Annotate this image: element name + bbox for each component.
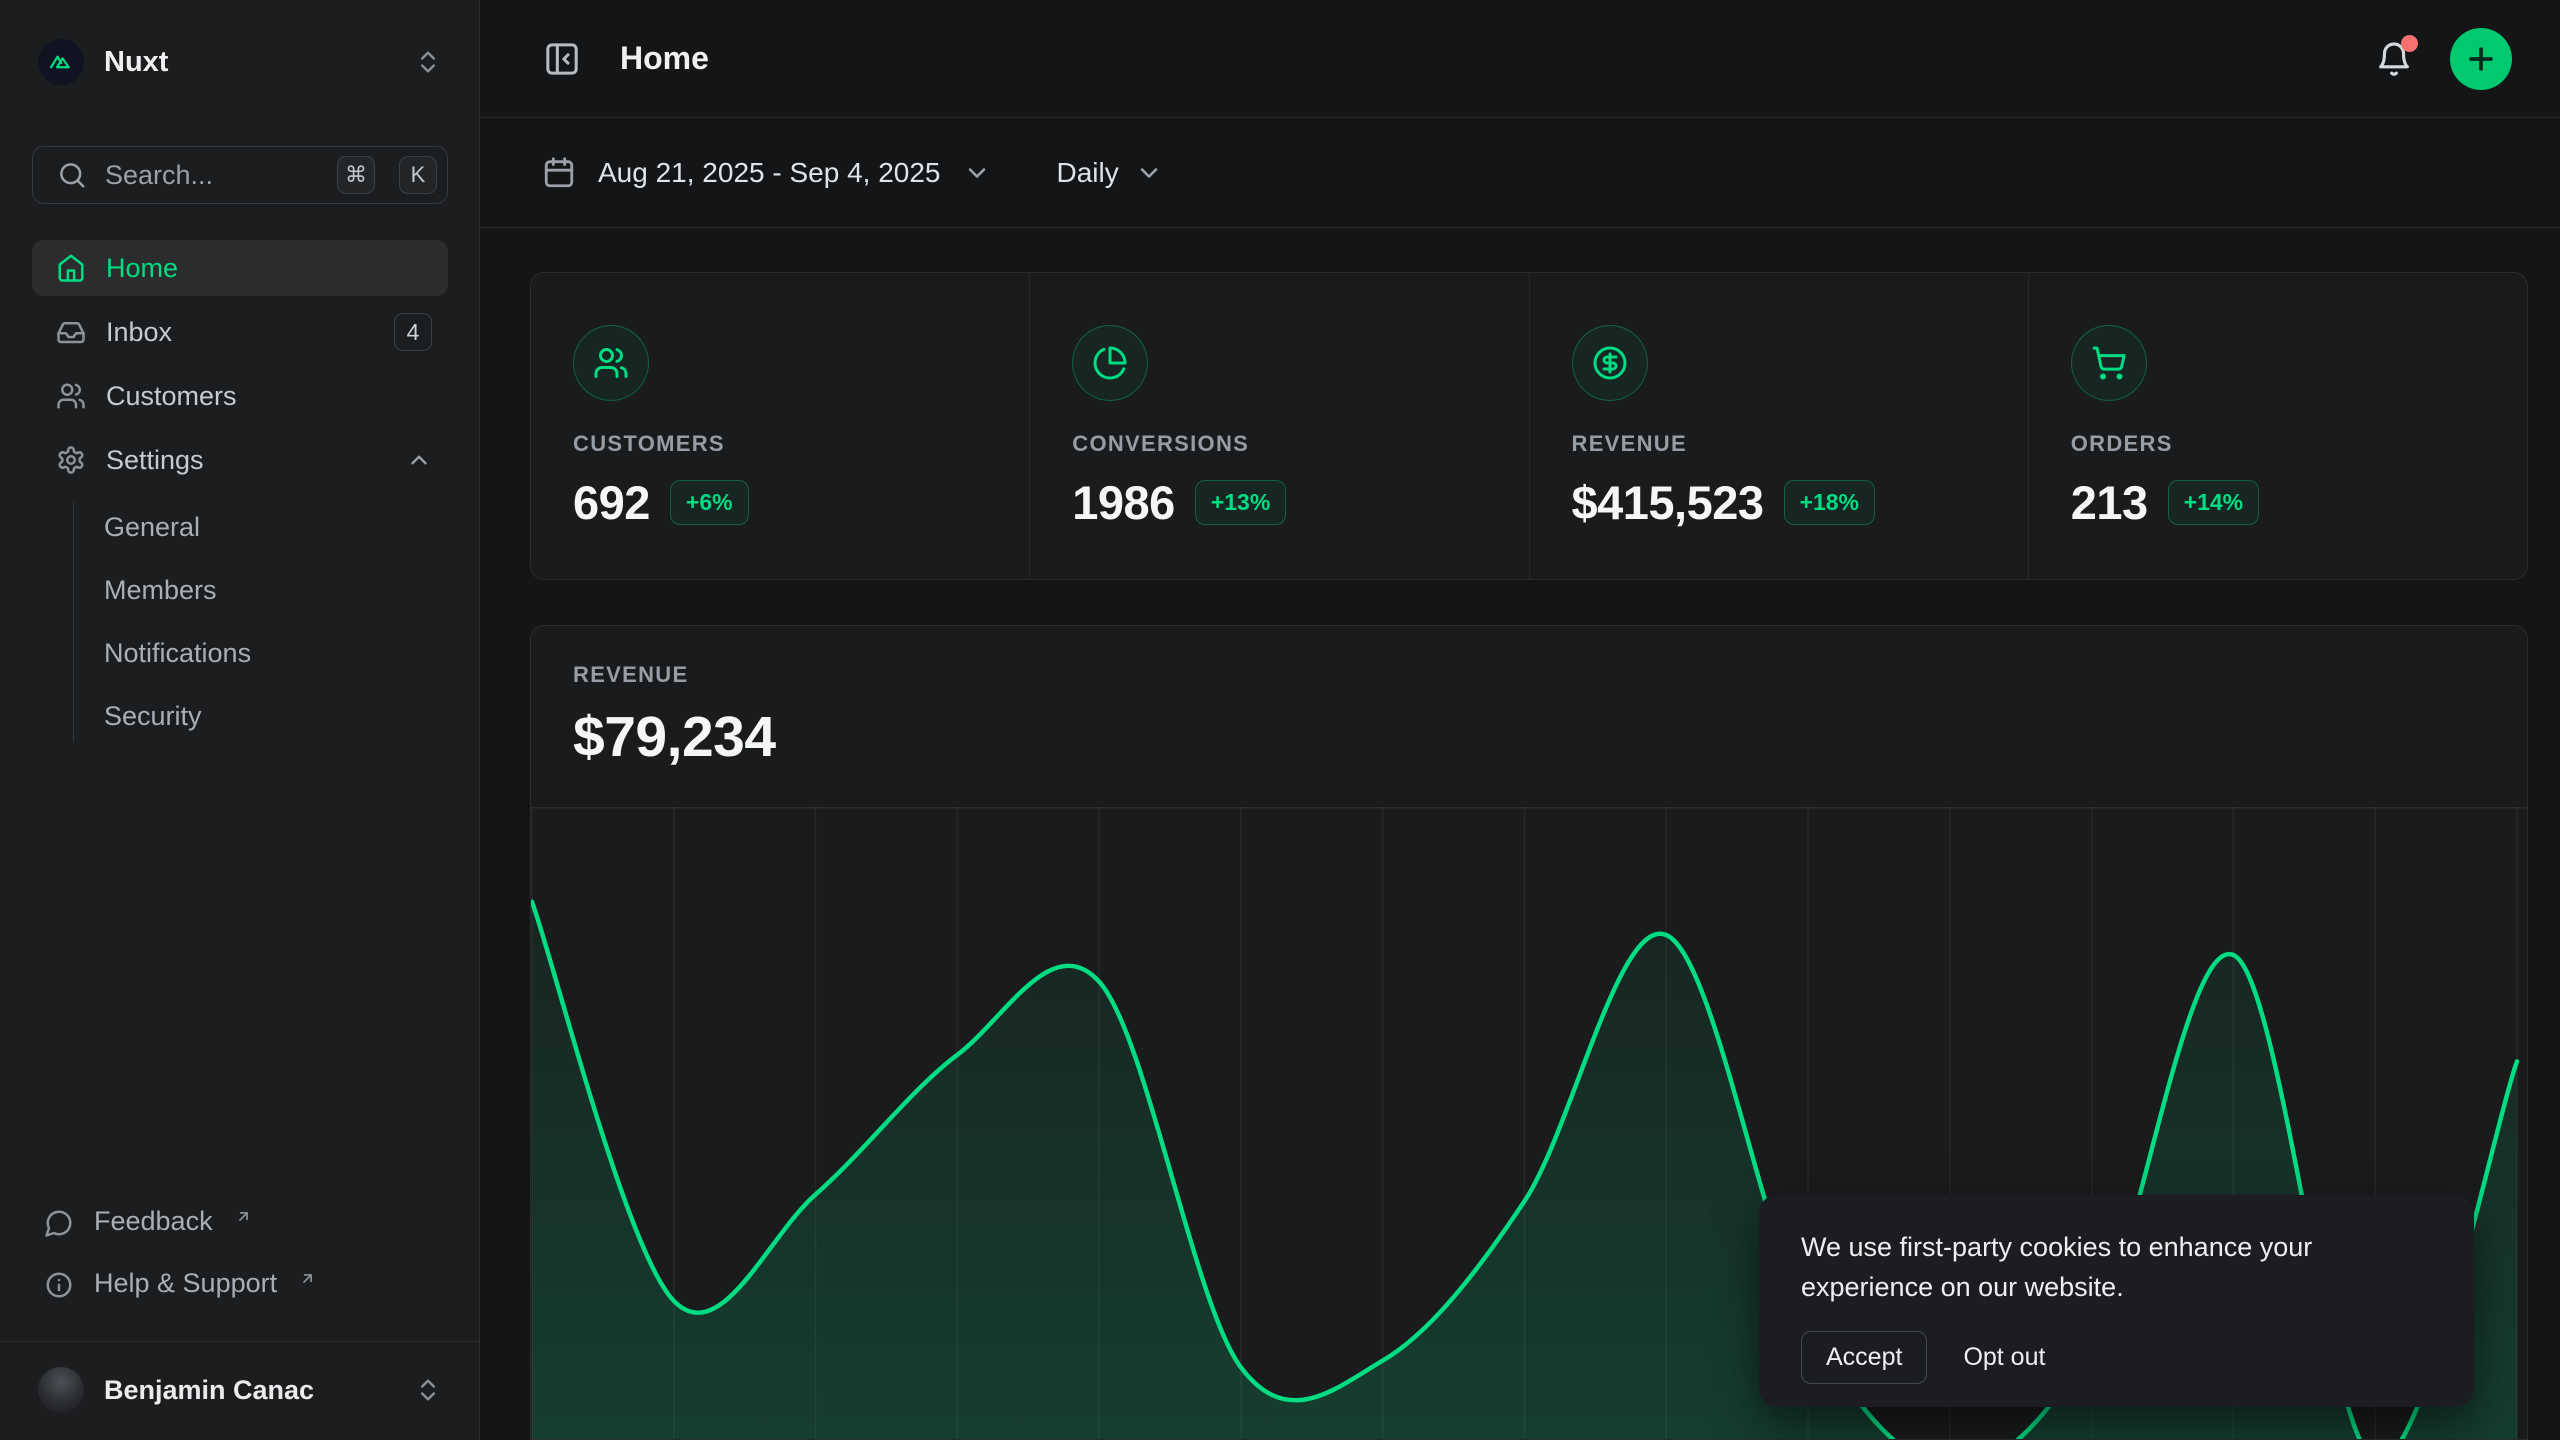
stat-label: CONVERSIONS — [1072, 431, 1498, 457]
sidebar-item-label: Inbox — [106, 317, 172, 348]
settings-subnav: General Members Notifications Security — [32, 496, 448, 748]
revenue-chart-value: $79,234 — [573, 704, 2485, 770]
notifications-button[interactable] — [2368, 33, 2420, 85]
user-menu[interactable]: Benjamin Canac — [20, 1352, 460, 1428]
date-range-picker[interactable]: Aug 21, 2025 - Sep 4, 2025 — [542, 156, 991, 190]
feedback-link[interactable]: Feedback — [32, 1196, 448, 1252]
external-link-icon — [299, 1270, 316, 1287]
cookie-banner: We use first-party cookies to enhance yo… — [1759, 1195, 2474, 1407]
chevron-up-down-icon — [414, 1376, 442, 1404]
stat-label: ORDERS — [2071, 431, 2497, 457]
gear-icon — [56, 445, 86, 475]
calendar-icon — [542, 156, 576, 190]
filters-toolbar: Aug 21, 2025 - Sep 4, 2025 Daily — [480, 118, 2560, 228]
users-icon — [56, 381, 86, 411]
stat-label: CUSTOMERS — [573, 431, 999, 457]
sidebar-item-settings[interactable]: Settings — [32, 432, 448, 488]
cookie-message: We use first-party cookies to enhance yo… — [1801, 1227, 2432, 1307]
stat-delta-badge: +6% — [670, 480, 749, 525]
stat-orders: ORDERS 213 +14% — [2028, 273, 2527, 579]
collapse-sidebar-button[interactable] — [542, 39, 582, 79]
inbox-icon — [56, 317, 86, 347]
sidebar-item-customers[interactable]: Customers — [32, 368, 448, 424]
kbd-cmd: ⌘ — [337, 156, 375, 194]
sidebar-item-members[interactable]: Members — [32, 559, 448, 622]
accept-cookies-button[interactable]: Accept — [1801, 1331, 1927, 1384]
stat-delta-badge: +14% — [2168, 480, 2259, 525]
stat-value: 1986 — [1072, 475, 1175, 530]
chevron-down-icon — [1135, 159, 1163, 187]
stat-value: 692 — [573, 475, 650, 530]
workspace-name: Nuxt — [104, 46, 394, 79]
external-link-icon — [235, 1208, 252, 1225]
sidebar-footer: Feedback Help & Support — [32, 1196, 448, 1314]
main-area: Home Aug 21, 2025 - Sep 4, 2025 Daily — [480, 0, 2560, 1440]
search-icon — [57, 160, 87, 190]
sidebar-item-notifications[interactable]: Notifications — [32, 622, 448, 685]
sidebar-item-home[interactable]: Home — [32, 240, 448, 296]
add-button[interactable] — [2450, 28, 2512, 90]
sidebar-item-inbox[interactable]: Inbox 4 — [32, 304, 448, 360]
granularity-value: Daily — [1057, 157, 1119, 189]
sidebar-item-security[interactable]: Security — [32, 685, 448, 748]
stat-conversions: CONVERSIONS 1986 +13% — [1029, 273, 1528, 579]
sidebar-item-label: Settings — [106, 445, 204, 476]
stat-delta-badge: +18% — [1784, 480, 1875, 525]
sidebar-item-label: Customers — [106, 381, 237, 412]
user-name: Benjamin Canac — [104, 1375, 394, 1406]
inbox-count-badge: 4 — [394, 313, 432, 351]
chat-bubble-icon — [44, 1208, 74, 1238]
search-input[interactable]: Search... ⌘ K — [32, 146, 448, 204]
optout-cookies-button[interactable]: Opt out — [1963, 1343, 2045, 1372]
dollar-circle-icon — [1572, 325, 1648, 401]
stat-revenue: REVENUE $415,523 +18% — [1529, 273, 2028, 579]
plus-icon — [2464, 42, 2498, 76]
sidebar-divider — [0, 1341, 479, 1342]
home-icon — [56, 253, 86, 283]
nuxt-logo — [38, 39, 84, 85]
granularity-select[interactable]: Daily — [1057, 157, 1163, 189]
notification-dot — [2401, 35, 2418, 52]
sidebar-nav: Home Inbox 4 Customers Settings — [32, 240, 448, 488]
stats-overview-card: CUSTOMERS 692 +6% CONVERSIONS 1986 +13% … — [530, 272, 2528, 580]
page-header: Home — [480, 0, 2560, 118]
stat-customers: CUSTOMERS 692 +6% — [531, 273, 1029, 579]
help-support-label: Help & Support — [94, 1268, 277, 1299]
help-support-link[interactable]: Help & Support — [32, 1258, 448, 1314]
revenue-chart-label: REVENUE — [573, 662, 2485, 688]
pie-chart-icon — [1072, 325, 1148, 401]
stat-value: $415,523 — [1572, 475, 1764, 530]
stat-delta-badge: +13% — [1195, 480, 1286, 525]
date-range-value: Aug 21, 2025 - Sep 4, 2025 — [598, 157, 941, 189]
sidebar-item-label: Home — [106, 253, 178, 284]
sidebar: Nuxt Search... ⌘ K Home Inbox 4 — [0, 0, 480, 1440]
chevron-up-icon — [406, 447, 432, 473]
chevron-up-down-icon — [414, 48, 442, 76]
stat-value: 213 — [2071, 475, 2148, 530]
chevron-down-icon — [963, 159, 991, 187]
cart-icon — [2071, 325, 2147, 401]
feedback-label: Feedback — [94, 1206, 213, 1237]
sidebar-item-general[interactable]: General — [32, 496, 448, 559]
stat-label: REVENUE — [1572, 431, 1998, 457]
page-title: Home — [620, 40, 2368, 77]
workspace-switcher[interactable]: Nuxt — [24, 28, 456, 96]
info-circle-icon — [44, 1270, 74, 1300]
users-icon — [573, 325, 649, 401]
kbd-k: K — [399, 156, 437, 194]
user-avatar — [38, 1367, 84, 1413]
search-placeholder: Search... — [105, 160, 313, 191]
